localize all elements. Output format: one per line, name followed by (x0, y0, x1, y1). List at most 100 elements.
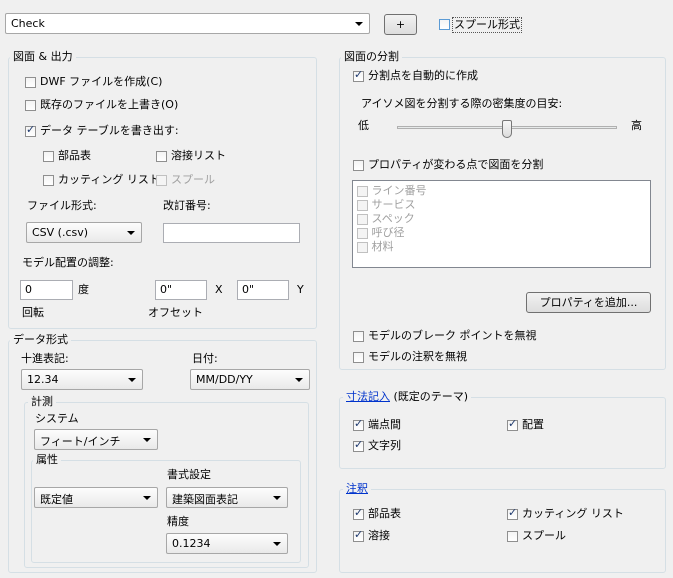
chevron-down-icon (143, 496, 151, 500)
weld-list-checkbox[interactable] (156, 151, 167, 162)
attr-value: 既定値 (40, 493, 73, 506)
chevron-down-icon (355, 22, 363, 26)
string-checkbox[interactable]: ✓ (353, 438, 364, 452)
ann-cutting-checkbox[interactable]: ✓ (507, 507, 518, 520)
chevron-down-icon (273, 542, 281, 546)
list-item[interactable]: 材料 (357, 238, 394, 254)
weld-list-label: 溶接リスト (171, 149, 226, 162)
decimal-combo[interactable]: 12.34 (21, 369, 143, 390)
split-title: 図面の分割 (341, 50, 402, 64)
add-property-button[interactable]: プロパティを追加... (526, 292, 651, 313)
precision-combo[interactable]: 0.1234 (166, 533, 288, 554)
system-label: システム (35, 412, 79, 425)
export-table-checkbox[interactable]: ✓ (25, 123, 36, 137)
ignore-annotation-checkbox[interactable] (353, 352, 364, 363)
ann-bom-label: 部品表 (368, 507, 401, 520)
overwrite-checkbox[interactable] (25, 100, 36, 111)
density-high-label: 高 (631, 119, 642, 132)
dimension-theme: (既定のテーマ) (393, 390, 469, 403)
drawing-output-title: 図面 & 出力 (10, 50, 76, 64)
revision-input[interactable] (163, 223, 300, 243)
cutting-list-checkbox[interactable] (43, 175, 54, 186)
ignore-break-label: モデルのブレーク ポイントを無視 (368, 329, 537, 342)
endpoints-label: 端点間 (368, 418, 401, 431)
attr-title: 属性 (33, 453, 61, 467)
prop-change-checkbox[interactable] (353, 160, 364, 171)
offset-y-value: 0" (242, 283, 255, 296)
slider-thumb[interactable] (502, 120, 512, 138)
placement-checkbox[interactable]: ✓ (507, 418, 518, 431)
ann-bom-checkbox[interactable]: ✓ (353, 506, 364, 520)
format-value: 建築図面表記 (172, 493, 238, 506)
check-icon: ✓ (354, 68, 364, 81)
ann-weld-checkbox[interactable]: ✓ (353, 528, 364, 542)
data-format-title: データ形式 (10, 333, 71, 347)
offset-x-input[interactable]: 0" (155, 280, 207, 300)
rotation-value: 0 (25, 283, 32, 296)
decimal-value: 12.34 (27, 373, 59, 386)
date-combo[interactable]: MM/DD/YY (190, 369, 310, 390)
bom-label: 部品表 (58, 149, 91, 162)
date-value: MM/DD/YY (196, 373, 253, 386)
dimension-link[interactable]: 寸法記入 (346, 390, 390, 403)
check-icon: ✓ (354, 438, 364, 451)
endpoints-checkbox[interactable]: ✓ (353, 417, 364, 431)
rotation-unit: 度 (78, 283, 89, 296)
decimal-label: 十進表記: (21, 352, 69, 365)
ignore-break-checkbox[interactable] (353, 331, 364, 342)
property-listbox[interactable]: ライン番号 サービス スペック 呼び径 材料 (352, 180, 651, 268)
offset-x-value: 0" (160, 283, 173, 296)
rotation-label: 回転 (22, 306, 44, 319)
format-label: 書式設定 (167, 468, 211, 481)
list-item-label: 材料 (371, 240, 394, 253)
name-combo-value: Check (11, 17, 45, 30)
model-adjust-label: モデル配置の調整: (22, 256, 114, 269)
annotation-link[interactable]: 注釈 (346, 482, 368, 495)
x-label: X (215, 283, 223, 296)
density-slider[interactable] (397, 120, 617, 140)
string-label: 文字列 (368, 439, 401, 452)
ignore-annotation-label: モデルの注釈を無視 (368, 350, 467, 363)
ann-spool-checkbox[interactable] (507, 531, 518, 542)
format-combo[interactable]: 建築図面表記 (166, 487, 288, 508)
density-low-label: 低 (358, 119, 369, 132)
system-value: フィート/インチ (40, 435, 121, 448)
check-icon: ✓ (354, 506, 364, 519)
dwf-checkbox[interactable] (25, 77, 36, 88)
precision-value: 0.1234 (172, 537, 211, 550)
chevron-down-icon (273, 496, 281, 500)
rotation-input[interactable]: 0 (20, 280, 73, 300)
dimension-title: 寸法記入 (既定のテーマ) (343, 390, 472, 404)
check-icon: ✓ (354, 417, 364, 430)
auto-split-checkbox[interactable]: ✓ (353, 68, 364, 82)
file-format-combo[interactable]: CSV (.csv) (26, 222, 142, 243)
ann-cutting-label: カッティング リスト (522, 507, 624, 520)
file-format-label: ファイル形式: (27, 199, 97, 212)
auto-split-label: 分割点を自動的に作成 (368, 69, 478, 82)
export-table-label: データ テーブルを書き出す: (40, 124, 179, 137)
file-format-value: CSV (.csv) (32, 226, 89, 239)
measure-title: 計測 (28, 395, 56, 409)
chevron-down-icon (127, 231, 135, 235)
check-icon: ✓ (354, 528, 364, 541)
placement-label: 配置 (522, 418, 544, 431)
spool-format-label: スプール形式 (452, 17, 522, 33)
attr-combo[interactable]: 既定値 (34, 487, 158, 508)
spool-label: スプール (171, 173, 215, 186)
ann-weld-label: 溶接 (368, 529, 390, 542)
spool-format-checkbox[interactable] (439, 19, 450, 30)
chevron-down-icon (128, 378, 136, 382)
revision-label: 改訂番号: (163, 199, 211, 212)
check-icon: ✓ (26, 123, 36, 136)
date-label: 日付: (192, 352, 218, 365)
dimension-group (339, 397, 666, 469)
dwf-label: DWF ファイルを作成(C) (40, 75, 163, 88)
offset-label: オフセット (148, 306, 203, 319)
y-label: Y (297, 283, 304, 296)
cutting-list-label: カッティング リスト (58, 173, 160, 186)
bom-checkbox[interactable] (43, 151, 54, 162)
system-combo[interactable]: フィート/インチ (34, 429, 158, 450)
add-button[interactable]: + (384, 14, 417, 35)
name-combo[interactable]: Check (5, 13, 370, 34)
offset-y-input[interactable]: 0" (237, 280, 289, 300)
